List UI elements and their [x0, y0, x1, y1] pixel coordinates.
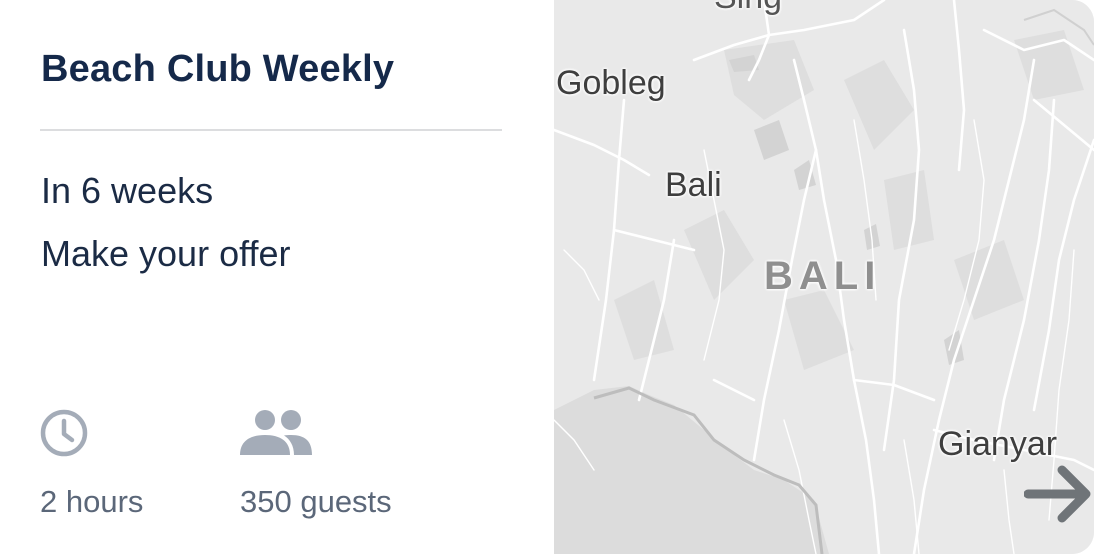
guests-icon	[240, 408, 392, 458]
map-label-bali-town: Bali	[665, 166, 722, 204]
clock-icon	[40, 408, 143, 458]
duration-info: 2 hours	[40, 408, 143, 520]
map-label-gianyar: Gianyar	[938, 425, 1058, 463]
arrow-right-icon[interactable]	[1024, 462, 1094, 526]
map-view[interactable]: Sing Gobleg Bali BALI Gianyar	[554, 0, 1094, 554]
map-label-top: Sing	[714, 0, 782, 17]
map-label-bali-region: BALI	[764, 254, 882, 298]
guests-info: 350 guests	[240, 408, 392, 520]
event-card[interactable]: Beach Club Weekly In 6 weeks Make your o…	[0, 0, 1094, 554]
event-title: Beach Club Weekly	[41, 48, 395, 90]
duration-label: 2 hours	[40, 484, 144, 519]
event-timing: In 6 weeks	[41, 170, 214, 211]
guests-label: 350 guests	[240, 484, 392, 519]
map-label-gobleg: Gobleg	[556, 64, 666, 102]
divider	[40, 129, 502, 131]
make-offer-text: Make your offer	[41, 233, 291, 274]
event-info-panel: Beach Club Weekly In 6 weeks Make your o…	[0, 0, 554, 554]
